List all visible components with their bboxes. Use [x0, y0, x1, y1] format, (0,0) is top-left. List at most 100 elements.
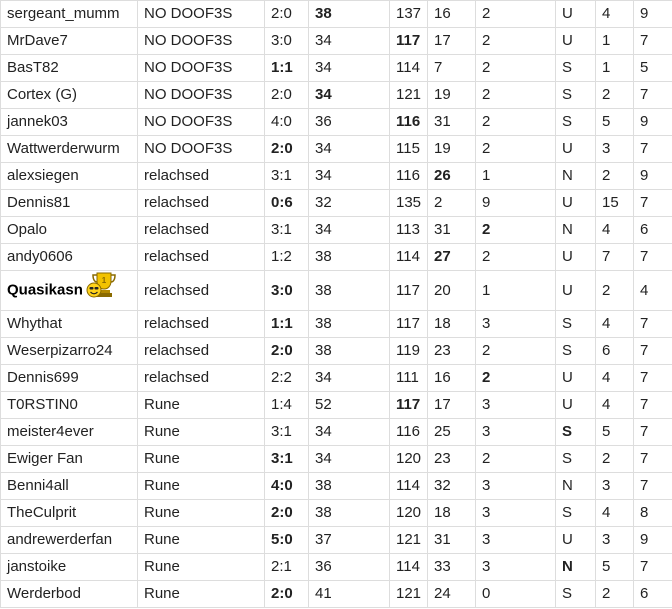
table-row: Dennis699 relachsed 2:2 34 111 16 2 U 4 7 [0, 364, 672, 392]
outcome-cell: U [555, 364, 596, 392]
username-text[interactable]: Benni4all [7, 477, 69, 494]
total-cell: 114 [389, 243, 428, 271]
username-text[interactable]: Opalo [7, 221, 47, 238]
username-cell[interactable]: Benni4all [0, 472, 138, 500]
username-cell[interactable]: meister4ever [0, 418, 138, 446]
points-cell: 37 [308, 526, 390, 554]
total-cell: 120 [389, 445, 428, 473]
username-text[interactable]: andy0606 [7, 248, 73, 265]
username-text[interactable]: meister4ever [7, 423, 94, 440]
tip-cell: 2:0 [264, 81, 309, 109]
username-text[interactable]: Dennis81 [7, 194, 70, 211]
tip-cell: 2:2 [264, 364, 309, 392]
tip-cell: 3:1 [264, 418, 309, 446]
count-cell: 3 [475, 499, 556, 527]
points-cell: 38 [308, 270, 390, 311]
points-cell: 34 [308, 81, 390, 109]
outcome-cell: N [555, 162, 596, 190]
rank-cell: 27 [427, 243, 476, 271]
username-text[interactable]: alexsiegen [7, 167, 79, 184]
rank-cell: 31 [427, 526, 476, 554]
username-cell[interactable]: Wattwerderwurm [0, 135, 138, 163]
rank-cell: 31 [427, 216, 476, 244]
rank-cell: 23 [427, 445, 476, 473]
count-cell: 2 [475, 216, 556, 244]
tip-cell: 2:0 [264, 135, 309, 163]
username-cell[interactable]: alexsiegen [0, 162, 138, 190]
group-cell: relachsed [137, 189, 265, 217]
tip-cell: 1:1 [264, 54, 309, 82]
username-text[interactable]: TheCulprit [7, 504, 76, 521]
table-row: Quasikasn 1 relachsed 3:0 38 117 20 1 U 2 4 [0, 270, 672, 311]
username-cell[interactable]: sergeant_mumm [0, 0, 138, 28]
username-text[interactable]: Whythat [7, 315, 62, 332]
outcome-cell: U [555, 135, 596, 163]
score-cell: 7 [633, 81, 672, 109]
total-cell: 121 [389, 81, 428, 109]
points-cell: 38 [308, 337, 390, 365]
username-text[interactable]: Dennis699 [7, 369, 79, 386]
username-cell[interactable]: Whythat [0, 310, 138, 338]
username-text[interactable]: Ewiger Fan [7, 450, 83, 467]
username-text[interactable]: janstoike [7, 558, 66, 575]
username-cell[interactable]: Opalo [0, 216, 138, 244]
outcome-cell: S [555, 108, 596, 136]
username-cell[interactable]: Ewiger Fan [0, 445, 138, 473]
points-cell: 38 [308, 472, 390, 500]
username-text[interactable]: jannek03 [7, 113, 68, 130]
rank-cell: 19 [427, 135, 476, 163]
outcome-cell: S [555, 81, 596, 109]
table-row: janstoike Rune 2:1 36 114 33 3 N 5 7 [0, 553, 672, 581]
points-cell: 34 [308, 135, 390, 163]
points-cell: 38 [308, 0, 390, 28]
username-text[interactable]: MrDave7 [7, 32, 68, 49]
points-cell: 52 [308, 391, 390, 419]
username-cell[interactable]: janstoike [0, 553, 138, 581]
outcome-cell: U [555, 526, 596, 554]
username-text[interactable]: Weserpizarro24 [7, 342, 113, 359]
username-cell[interactable]: TheCulprit [0, 499, 138, 527]
username-text[interactable]: Quasikasn [7, 281, 83, 298]
diff-cell: 4 [595, 310, 634, 338]
table-row: alexsiegen relachsed 3:1 34 116 26 1 N 2 9 [0, 162, 672, 190]
diff-cell: 7 [595, 243, 634, 271]
tip-cell: 3:1 [264, 445, 309, 473]
username-cell[interactable]: Werderbod [0, 580, 138, 608]
group-cell: NO DOOF3S [137, 135, 265, 163]
points-cell: 36 [308, 108, 390, 136]
count-cell: 2 [475, 445, 556, 473]
username-text[interactable]: Wattwerderwurm [7, 140, 120, 157]
total-cell: 117 [389, 391, 428, 419]
rank-cell: 31 [427, 108, 476, 136]
username-cell[interactable]: Dennis699 [0, 364, 138, 392]
username-text[interactable]: Werderbod [7, 585, 81, 602]
username-cell[interactable]: MrDave7 [0, 27, 138, 55]
table-row: meister4ever Rune 3:1 34 116 25 3 S 5 7 [0, 418, 672, 446]
username-text[interactable]: Cortex (G) [7, 86, 77, 103]
username-cell[interactable]: jannek03 [0, 108, 138, 136]
count-cell: 2 [475, 243, 556, 271]
rank-cell: 16 [427, 0, 476, 28]
username-cell[interactable]: Quasikasn 1 [0, 270, 138, 311]
table-row: Weserpizarro24 relachsed 2:0 38 119 23 2 S 6 7 [0, 337, 672, 365]
outcome-cell: U [555, 270, 596, 311]
tip-cell: 3:1 [264, 162, 309, 190]
count-cell: 1 [475, 270, 556, 311]
username-cell[interactable]: andrewerderfan [0, 526, 138, 554]
username-text[interactable]: sergeant_mumm [7, 5, 120, 22]
username-cell[interactable]: andy0606 [0, 243, 138, 271]
username-text[interactable]: andrewerderfan [7, 531, 112, 548]
outcome-cell: S [555, 337, 596, 365]
count-cell: 2 [475, 27, 556, 55]
username-cell[interactable]: BasT82 [0, 54, 138, 82]
group-cell: Rune [137, 553, 265, 581]
username-text[interactable]: T0RSTIN0 [7, 396, 78, 413]
username-text[interactable]: BasT82 [7, 59, 59, 76]
username-cell[interactable]: Dennis81 [0, 189, 138, 217]
username-cell[interactable]: T0RSTIN0 [0, 391, 138, 419]
username-cell[interactable]: Cortex (G) [0, 81, 138, 109]
username-cell[interactable]: Weserpizarro24 [0, 337, 138, 365]
score-cell: 8 [633, 499, 672, 527]
total-cell: 137 [389, 0, 428, 28]
group-cell: relachsed [137, 162, 265, 190]
